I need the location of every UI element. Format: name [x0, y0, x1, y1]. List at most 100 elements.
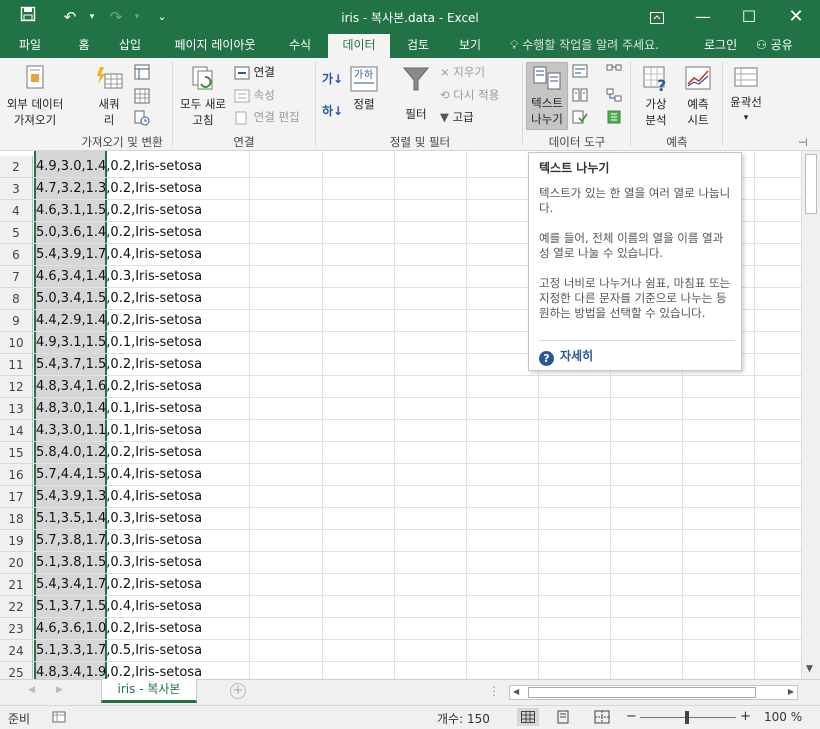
pin-ribbon-icon[interactable]: ⊣: [798, 136, 808, 149]
customize-toolbar-icon[interactable]: ⌄: [150, 6, 174, 28]
edit-links-button[interactable]: 연결 편집: [234, 108, 300, 126]
get-external-data-button[interactable]: 외부 데이터 가져오기: [2, 64, 68, 128]
row-header[interactable]: 15: [0, 442, 33, 464]
save-icon[interactable]: [16, 6, 40, 28]
sheet-tab-iris[interactable]: iris - 복사본: [101, 679, 197, 703]
sort-descending-icon[interactable]: 하↓: [322, 102, 343, 119]
what-if-analysis-button[interactable]: ? 가상 분석: [636, 64, 676, 128]
tab-data[interactable]: 데이터: [328, 34, 390, 58]
new-sheet-icon[interactable]: +: [230, 683, 246, 699]
prev-sheet-icon[interactable]: ◀: [28, 685, 35, 695]
cell-a[interactable]: 5.1,3.3,1.7,0.5,Iris-setosa: [36, 640, 202, 662]
data-validation-icon[interactable]: [572, 110, 588, 127]
cell-a[interactable]: 5.0,3.6,1.4,0.2,Iris-setosa: [36, 222, 202, 244]
cell-a[interactable]: 4.8,3.0,1.4,0.1,Iris-setosa: [36, 398, 202, 420]
forecast-sheet-button[interactable]: 예측 시트: [680, 64, 716, 128]
row-header[interactable]: 3: [0, 178, 33, 200]
outline-button[interactable]: 윤곽선 ▾: [724, 64, 768, 126]
row-header[interactable]: 13: [0, 398, 33, 420]
cell-a[interactable]: 4.7,3.2,1.3,0.2,Iris-setosa: [36, 178, 202, 200]
cell-a[interactable]: 5.0,3.4,1.5,0.2,Iris-setosa: [36, 288, 202, 310]
tab-insert[interactable]: 삽입: [108, 34, 152, 58]
connections-button[interactable]: 연결: [234, 63, 275, 81]
tab-view[interactable]: 보기: [448, 34, 492, 58]
reapply-button[interactable]: ⟲ 다시 적용: [440, 86, 499, 104]
macro-record-icon[interactable]: [52, 710, 66, 727]
row-header[interactable]: 14: [0, 420, 33, 442]
horizontal-scroll-thumb[interactable]: [528, 687, 756, 698]
relationships-icon[interactable]: [606, 88, 622, 105]
undo-dropdown-icon[interactable]: ▾: [80, 6, 104, 28]
row-header[interactable]: 16: [0, 464, 33, 486]
filter-button[interactable]: 필터: [396, 64, 436, 122]
horizontal-scrollbar[interactable]: ◀ ▶: [509, 685, 798, 700]
text-to-columns-button[interactable]: 텍스트 나누기: [526, 62, 568, 130]
recent-sources-icon[interactable]: [134, 110, 150, 129]
remove-duplicates-icon[interactable]: [572, 88, 588, 105]
zoom-level[interactable]: 100 %: [764, 710, 802, 724]
cell-a[interactable]: 4.6,3.1,1.5,0.2,Iris-setosa: [36, 200, 202, 222]
manage-data-model-icon[interactable]: [606, 110, 622, 127]
row-header[interactable]: 22: [0, 596, 33, 618]
new-query-button[interactable]: 새쿼 리: [86, 64, 132, 128]
show-queries-icon[interactable]: [134, 64, 150, 83]
share-button[interactable]: ⚇ 공유: [756, 34, 793, 58]
row-header[interactable]: 12: [0, 376, 33, 398]
tell-me-box[interactable]: 💡︎ 수행할 작업을 알려 주세요.: [510, 34, 659, 58]
row-header[interactable]: 5: [0, 222, 33, 244]
normal-view-icon[interactable]: [517, 708, 539, 726]
tab-home[interactable]: 홈: [64, 34, 104, 58]
vertical-scrollbar[interactable]: ▼: [801, 151, 820, 679]
tab-page-layout[interactable]: 페이지 레이아웃: [162, 34, 268, 58]
properties-button[interactable]: 속성: [234, 86, 275, 104]
flash-fill-icon[interactable]: [572, 64, 588, 81]
tell-me-more-link[interactable]: ? 자세히: [539, 347, 593, 366]
minimize-icon[interactable]: —: [680, 0, 726, 34]
cell-a[interactable]: 5.4,3.4,1.7,0.2,Iris-setosa: [36, 574, 202, 596]
row-header[interactable]: 6: [0, 244, 33, 266]
row-header[interactable]: 7: [0, 266, 33, 288]
zoom-slider-thumb[interactable]: [685, 711, 689, 724]
cell-a[interactable]: 5.8,4.0,1.2,0.2,Iris-setosa: [36, 442, 202, 464]
sort-button[interactable]: 가하 정렬: [346, 64, 382, 112]
close-icon[interactable]: ✕: [773, 0, 819, 34]
row-header[interactable]: 11: [0, 354, 33, 376]
vertical-scroll-thumb[interactable]: [805, 154, 817, 214]
tab-splitter-icon[interactable]: ⋮: [488, 684, 500, 698]
row-header[interactable]: 24: [0, 640, 33, 662]
cell-a[interactable]: 5.7,4.4,1.5,0.4,Iris-setosa: [36, 464, 202, 486]
cell-a[interactable]: 5.4,3.9,1.3,0.4,Iris-setosa: [36, 486, 202, 508]
cell-a[interactable]: 4.8,3.4,1.6,0.2,Iris-setosa: [36, 376, 202, 398]
consolidate-icon[interactable]: [606, 64, 622, 81]
cell-a[interactable]: 4.3,3.0,1.1,0.1,Iris-setosa: [36, 420, 202, 442]
tab-review[interactable]: 검토: [396, 34, 440, 58]
cell-a[interactable]: 4.9,3.1,1.5,0.1,Iris-setosa: [36, 332, 202, 354]
undo-icon[interactable]: ↶: [58, 6, 82, 28]
next-sheet-icon[interactable]: ▶: [56, 685, 63, 695]
row-header[interactable]: 25: [0, 662, 33, 679]
row-header[interactable]: 21: [0, 574, 33, 596]
cell-a[interactable]: 4.6,3.4,1.4,0.3,Iris-setosa: [36, 266, 202, 288]
advanced-filter-button[interactable]: ▼ 고급: [440, 108, 474, 126]
row-header[interactable]: 10: [0, 332, 33, 354]
row-header[interactable]: 8: [0, 288, 33, 310]
clear-filter-button[interactable]: ⨯ 지우기: [440, 63, 485, 81]
refresh-all-button[interactable]: 모두 새로 고침: [174, 64, 232, 128]
scroll-left-icon[interactable]: ◀: [513, 687, 519, 696]
cell-a[interactable]: 4.8,3.4,1.9,0.2,Iris-setosa: [36, 662, 202, 679]
zoom-out-button[interactable]: −: [626, 709, 637, 724]
sign-in-link[interactable]: 로그인: [704, 34, 737, 58]
ribbon-display-options-icon[interactable]: [634, 0, 680, 34]
cell-a[interactable]: 5.1,3.7,1.5,0.4,Iris-setosa: [36, 596, 202, 618]
redo-dropdown-icon[interactable]: ▾: [125, 6, 149, 28]
tab-formulas[interactable]: 수식: [278, 34, 322, 58]
zoom-in-button[interactable]: +: [740, 709, 751, 724]
maximize-icon[interactable]: ☐: [726, 0, 772, 34]
row-header[interactable]: 2: [0, 156, 33, 178]
row-header[interactable]: 4: [0, 200, 33, 222]
scroll-down-icon[interactable]: ▼: [806, 664, 813, 674]
from-table-icon[interactable]: [134, 88, 150, 107]
row-header[interactable]: 20: [0, 552, 33, 574]
cell-a[interactable]: 5.1,3.5,1.4,0.3,Iris-setosa: [36, 508, 202, 530]
row-header[interactable]: 23: [0, 618, 33, 640]
